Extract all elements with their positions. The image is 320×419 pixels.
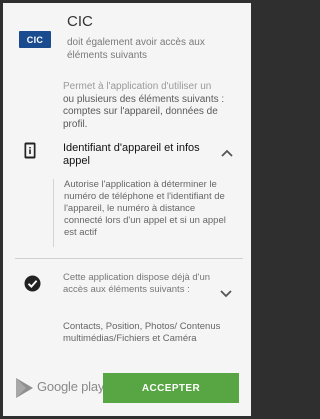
permission-detail: Autorise l'application à déterminer le n… [53,179,240,247]
permissions-list[interactable]: Permet à l'application d'utiliser un ou … [3,75,251,359]
google-play-logo-icon [16,378,33,398]
app-logo-text: CIC [26,34,44,45]
chevron-up-icon[interactable] [221,149,233,157]
already-granted-list: Contacts, Position, Photos/ Contenus mul… [63,321,221,344]
previous-permission-rest: ou plusieurs des éléments suivants : com… [63,93,225,130]
dialog-subtitle: doit également avoir accès aux éléments … [67,37,205,61]
app-logo: CIC [19,31,51,48]
permission-group-device-id[interactable]: Identifiant d'appareil et infos appel [3,137,251,175]
chevron-down-icon[interactable] [220,290,232,298]
phone-icon [24,142,36,159]
dialog-footer: Google play ACCEPTER [3,359,251,416]
permissions-dialog: CIC CIC doit également avoir accès aux é… [3,3,251,416]
previous-permission-text: Permet à l'application d'utiliser un ou … [63,81,241,131]
already-granted-text: Cette application dispose déjà d'un accè… [63,272,211,295]
accept-button[interactable]: ACCEPTER [103,373,239,403]
checkmark-circle-icon [24,275,41,292]
google-play-label: Google play [37,379,105,394]
dialog-header: CIC CIC doit également avoir accès aux é… [3,3,251,75]
permission-detail-text: Autorise l'application à déterminer le n… [64,179,226,238]
previous-permission-line1: Permet à l'application d'utiliser un [63,81,212,92]
permission-group-title: Identifiant d'appareil et infos appel [63,142,200,167]
divider [15,258,243,259]
app-name: CIC [67,13,93,30]
